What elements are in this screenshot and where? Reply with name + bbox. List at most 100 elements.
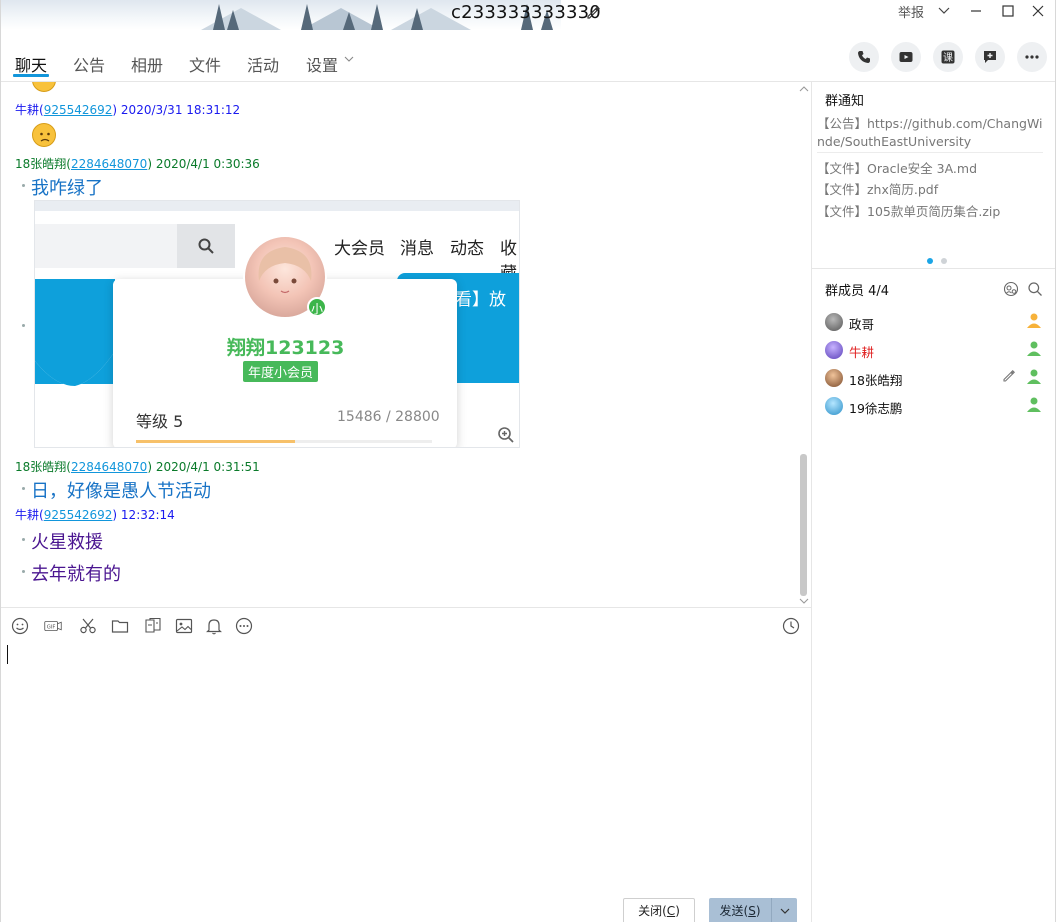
image-progress-bar [136,440,432,443]
window-title: c233333333330 [451,2,601,23]
send-options-button[interactable] [771,898,797,922]
emoji-button[interactable] [10,617,30,635]
send-button[interactable]: 发送(S) [709,898,771,922]
edit-icon[interactable] [1001,368,1017,384]
sender-name: 18张皓翔 [15,157,67,171]
image-search-box [35,224,177,268]
notice-item[interactable]: nde/SouthEastUniversity [817,134,971,149]
class-button[interactable]: 课 [933,42,963,72]
smile-emoji-icon [32,82,56,92]
image-message[interactable]: 大会员 消息 动态 收藏 【再看】放 小 翔翔123123 年度小会员 等级 5… [34,200,520,448]
image-nav-text: 大会员 [334,239,385,259]
active-tab-indicator [13,74,49,77]
sticker-button[interactable] [143,617,163,635]
search-icon[interactable] [1027,281,1043,297]
title-bar: c233333333330 举报 [1,0,1055,30]
add-app-button[interactable] [975,42,1005,72]
owner-role-icon [1027,313,1041,328]
sender-qq-link[interactable]: 925542692 [44,103,113,117]
tab-chat[interactable]: 聊天 [15,52,47,76]
sender-qq-link[interactable]: 925542692 [44,508,113,522]
send-file-button[interactable] [110,617,130,635]
clock-icon [782,617,800,635]
message-time: 2020/4/1 0:31:51 [155,460,260,474]
more-circle-icon [235,617,253,635]
history-button[interactable] [781,617,801,635]
tab-announcement[interactable]: 公告 [73,52,105,76]
panel-divider [811,82,812,922]
send-button-paren: ) [755,904,761,918]
close-icon[interactable] [1031,4,1045,18]
chat-history[interactable]: 牛耕(925542692) 2020/3/31 18:31:12 18张皓翔(2… [1,82,811,607]
more-button[interactable] [1017,42,1047,72]
folder-icon [111,620,129,633]
add-app-icon [984,51,996,63]
image-progress-text: 15486 / 28800 [337,409,440,425]
member-name: 19徐志鹏 [849,401,903,416]
image-search-button [177,224,235,268]
image-nav-text: 消息 [400,239,434,259]
notice-pager-dot[interactable] [941,258,947,264]
member-role-icon [1027,341,1041,356]
member-name: 政哥 [849,317,875,332]
image-level-label: 等级 5 [136,412,184,431]
chat-scrollbar[interactable] [800,454,807,596]
member-name: 18张皓翔 [849,373,903,388]
tab-album[interactable]: 相册 [131,52,163,76]
edit-title-icon[interactable] [585,4,601,20]
voice-call-button[interactable] [849,42,879,72]
scroll-up-icon[interactable] [798,84,810,94]
chevron-down-icon[interactable] [937,4,951,18]
member-item[interactable]: 19徐志鹏 [825,397,1047,421]
notice-pager-dot-active[interactable] [927,258,933,264]
notice-file-item[interactable]: 【文件】Oracle安全 3A.md [817,158,977,177]
report-button[interactable]: 举报 [898,2,924,21]
member-role-icon [1027,397,1041,412]
minimize-icon[interactable] [969,4,983,18]
settings-chevron-down-icon[interactable] [344,54,354,64]
message-text: 火星救援 [31,532,103,553]
bell-icon [206,619,222,635]
maximize-icon[interactable] [1001,4,1015,18]
member-settings-icon[interactable] [1003,281,1019,297]
zoom-in-icon[interactable] [497,426,515,444]
screenshot-button[interactable] [78,617,98,635]
class-icon: 课 [941,50,955,64]
member-name: 牛耕 [849,345,875,360]
chevron-down-icon [780,908,789,914]
send-image-button[interactable] [174,617,194,635]
message-text: 去年就有的 [31,564,121,585]
member-item[interactable]: 18张皓翔 [825,369,1047,393]
member-item[interactable]: 政哥 [825,313,1047,337]
video-call-button[interactable] [891,42,921,72]
poke-button[interactable] [204,617,224,635]
send-button-label: 发送( [719,904,749,918]
message-bullet [22,184,25,187]
tab-settings[interactable]: 设置 [306,52,338,76]
gif-icon: GIF [44,621,62,631]
more-tools-button[interactable] [234,617,254,635]
image-username: 翔翔123123 [227,337,345,359]
member-item[interactable]: 牛耕 [825,341,1047,365]
notice-item[interactable]: 【公告】https://github.com/ChangWi [817,113,1043,132]
scroll-down-icon[interactable] [798,596,810,606]
sender-qq-link[interactable]: 2284648070 [71,157,147,171]
gif-button[interactable]: GIF [41,617,65,635]
tab-files[interactable]: 文件 [189,52,221,76]
avatar [825,313,843,331]
message-input[interactable] [1,638,811,888]
video-icon [899,52,913,62]
send-button-hotkey: S [748,904,756,918]
notice-file-item[interactable]: 【文件】105款单页简历集合.zip [817,201,1000,220]
tab-bar: 聊天 公告 相册 文件 活动 设置 [1,30,811,82]
message-header: 18张皓翔(2284648070) 2020/4/1 0:31:51 [15,460,260,474]
phone-icon [858,51,870,63]
message-time: 2020/3/31 18:31:12 [120,103,241,117]
sender-name: 18张皓翔 [15,460,67,474]
sender-qq-link[interactable]: 2284648070 [71,460,147,474]
notice-file-item[interactable]: 【文件】zhx简历.pdf [817,179,938,198]
tab-activity[interactable]: 活动 [247,52,279,76]
member-role-icon [1027,369,1041,384]
message-bullet [22,324,25,327]
close-button[interactable]: 关闭(C) [623,898,695,922]
